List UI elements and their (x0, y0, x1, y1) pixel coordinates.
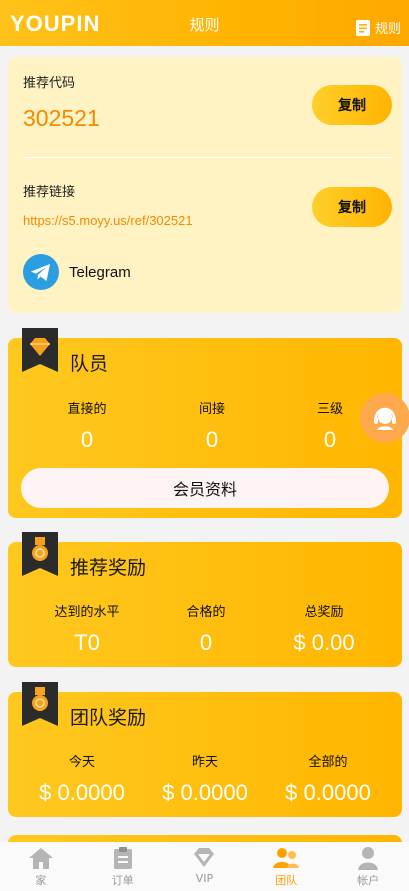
team-members-card: 队员 直接的 0 间接 0 三级 0 会员资料 (8, 328, 402, 518)
direct-stat: 直接的 0 (27, 398, 147, 453)
referral-reward-card: 推荐奖励 达到的水平 T0 合格的 0 总奖励 $ 0.00 (8, 532, 402, 667)
page-title: 规则 (189, 16, 220, 34)
referral-card: 推荐代码 302521 复制 推荐链接 https://s5.moyy.us/r… (8, 57, 402, 313)
referral-link[interactable]: https://s5.moyy.us/ref/302521 (23, 213, 193, 228)
referral-code-label: 推荐代码 (23, 76, 76, 91)
stat-label: 今天 (68, 755, 95, 770)
stat-value: T0 (74, 630, 100, 655)
indirect-stat: 间接 0 (152, 398, 272, 453)
telegram-label: Telegram (69, 263, 131, 281)
level-stat: 达到的水平 T0 (27, 601, 147, 656)
qualified-stat: 合格的 0 (146, 601, 266, 656)
nav-vip[interactable]: VIP (164, 842, 246, 891)
nav-account[interactable]: 帐户 (327, 842, 409, 891)
stat-value: 0 (80, 427, 94, 452)
stat-label: 间接 (198, 402, 225, 417)
rules-label: 规则 (374, 22, 401, 37)
nav-label: 家 (35, 874, 47, 887)
team-reward-title: 团队奖励 (70, 707, 147, 729)
today-stat: 今天 $ 0.0000 (22, 751, 142, 806)
stat-value: 0 (199, 630, 213, 655)
stat-label: 达到的水平 (54, 605, 120, 620)
referral-reward-title: 推荐奖励 (70, 557, 147, 579)
document-icon (355, 19, 370, 36)
team-reward-card: 团队奖励 今天 $ 0.0000 昨天 $ 0.0000 全部的 $ 0.000… (8, 682, 402, 817)
stat-value: $ 0.0000 (285, 780, 371, 805)
referral-link-label: 推荐链接 (23, 185, 76, 200)
rules-button[interactable]: 规则 (355, 18, 401, 37)
nav-label: 订单 (111, 874, 134, 887)
stat-label: 全部的 (308, 755, 348, 770)
nav-orders[interactable]: 订单 (82, 842, 164, 891)
member-info-button[interactable]: 会员资料 (21, 468, 389, 508)
nav-team[interactable]: 团队 (245, 842, 327, 891)
diamond-badge-icon (22, 328, 58, 372)
medal-badge-icon (22, 682, 58, 726)
stat-label: 昨天 (191, 755, 218, 770)
copy-code-button[interactable]: 复制 (312, 85, 392, 125)
nav-label: VIP (195, 872, 214, 885)
all-time-stat: 全部的 $ 0.0000 (268, 751, 388, 806)
stat-value: $ 0.00 (293, 630, 355, 655)
stat-label: 总奖励 (304, 605, 344, 620)
divider (23, 157, 392, 158)
customer-support-button[interactable] (360, 393, 409, 443)
referral-code: 302521 (23, 105, 100, 131)
nav-label: 团队 (275, 874, 298, 887)
stat-value: 0 (205, 427, 219, 452)
telegram-link[interactable]: Telegram (23, 254, 131, 290)
headset-icon (374, 407, 396, 430)
nav-label: 帐户 (357, 874, 380, 887)
stat-label: 直接的 (67, 402, 107, 417)
medal-badge-icon (22, 532, 58, 576)
bottom-nav: 家 订单 VIP 团队 帐户 (0, 842, 409, 891)
total-reward-stat: 总奖励 $ 0.00 (264, 601, 384, 656)
user-icon (358, 847, 379, 870)
team-title: 队员 (70, 353, 109, 375)
stat-label: 合格的 (186, 605, 226, 620)
top-bar: YOUPIN 规则 规则 (0, 0, 409, 46)
clipboard-icon (113, 847, 132, 869)
stat-value: $ 0.0000 (162, 780, 248, 805)
team-icon (273, 848, 300, 868)
yesterday-stat: 昨天 $ 0.0000 (145, 751, 265, 806)
telegram-icon (23, 254, 59, 290)
nav-home[interactable]: 家 (0, 842, 82, 891)
home-icon (28, 848, 53, 869)
diamond-icon (194, 848, 215, 867)
copy-link-button[interactable]: 复制 (312, 187, 392, 227)
stat-value: $ 0.0000 (39, 780, 125, 805)
